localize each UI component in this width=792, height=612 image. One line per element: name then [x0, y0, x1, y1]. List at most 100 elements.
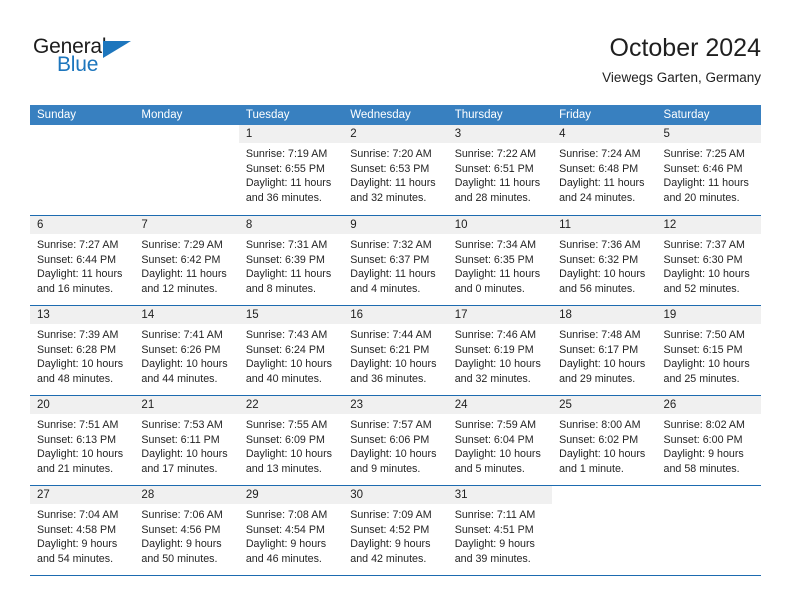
sunrise-text: Sunrise: 7:25 AM	[663, 148, 745, 160]
calendar-day-cell[interactable]: 14 Sunrise: 7:41 AM Sunset: 6:26 PM Dayligh…	[134, 306, 239, 395]
sunset-text: Sunset: 6:48 PM	[559, 162, 639, 175]
sunset-text: Sunset: 6:30 PM	[663, 253, 743, 266]
calendar-day-cell[interactable]: 26 Sunrise: 8:02 AM Sunset: 6:00 PM Dayligh…	[656, 396, 761, 485]
sunset-text: Sunset: 6:13 PM	[37, 433, 117, 446]
calendar-day-cell[interactable]: 7 Sunrise: 7:29 AM Sunset: 6:42 PM Daylight…	[134, 216, 239, 305]
day-number: 11	[559, 219, 572, 231]
weekday-header-saturday: Saturday	[663, 109, 710, 121]
day-number: 17	[454, 309, 468, 321]
day-number: 23	[350, 399, 364, 411]
day-number-band: 6	[30, 216, 135, 234]
sunrise-text: Sunrise: 7:29 AM	[141, 239, 223, 251]
sunset-text: Sunset: 6:37 PM	[350, 253, 430, 266]
day-number: 28	[141, 489, 155, 501]
calendar-day-cell[interactable]: 23 Sunrise: 7:57 AM Sunset: 6:06 PM Dayligh…	[343, 396, 448, 485]
calendar-day-cell[interactable]: 9 Sunrise: 7:32 AM Sunset: 6:37 PM Daylight…	[343, 216, 448, 305]
sunrise-text: Sunrise: 7:34 AM	[454, 239, 537, 251]
calendar-day-cell[interactable]: 17 Sunrise: 7:46 AM Sunset: 6:19 PM Dayligh…	[447, 306, 553, 395]
sunrise-text: Sunrise: 7:20 AM	[350, 148, 432, 160]
day-number-band: 18	[552, 306, 657, 324]
day-number-band: 12	[656, 216, 761, 234]
sunset-text: Sunset: 6:24 PM	[245, 343, 325, 356]
calendar-day-cell[interactable]: 31 Sunrise: 7:11 AM Sunset: 4:51 PM Dayligh…	[447, 486, 553, 575]
calendar-day-cell[interactable]: 24 Sunrise: 7:59 AM Sunset: 6:04 PM Dayligh…	[447, 396, 553, 485]
day-number: 19	[663, 309, 677, 321]
sunrise-text: Sunrise: 7:39 AM	[37, 329, 119, 341]
calendar-day-cell[interactable]: 11 Sunrise: 7:36 AM Sunset: 6:32 PM Dayligh…	[552, 216, 657, 305]
sunset-text: Sunset: 6:26 PM	[141, 343, 221, 356]
day-details: Sunrise: 7:06 AM Sunset: 4:56 PM Daylight:…	[134, 504, 238, 566]
calendar-day-cell[interactable]: 18 Sunrise: 7:48 AM Sunset: 6:17 PM Dayligh…	[552, 306, 657, 395]
page-subtitle: Viewegs Garten, Germany	[602, 70, 761, 85]
sunrise-text: Sunrise: 7:08 AM	[245, 509, 328, 521]
calendar-day-cell[interactable]: 29 Sunrise: 7:08 AM Sunset: 4:54 PM Dayligh…	[238, 486, 344, 575]
calendar-day-cell[interactable]: 8 Sunrise: 7:31 AM Sunset: 6:39 PM Daylight…	[238, 216, 344, 305]
day-details: Sunrise: 7:37 AM Sunset: 6:30 PM Daylight:…	[657, 234, 761, 296]
calendar-weeks: 1 Sunrise: 7:19 AM Sunset: 6:55 PM Daylight…	[30, 125, 761, 575]
day-number-band: 27	[30, 486, 135, 504]
day-number-band	[30, 125, 135, 143]
day-number-band: 1	[238, 125, 344, 143]
day-number: 15	[245, 309, 259, 321]
day-details: Sunrise: 7:32 AM Sunset: 6:37 PM Daylight:…	[343, 234, 447, 296]
daylight-text: Daylight: 11 hours	[663, 177, 749, 190]
calendar-day-cell[interactable]: 10 Sunrise: 7:34 AM Sunset: 6:35 PM Dayligh…	[447, 216, 553, 305]
day-number-band: 29	[238, 486, 344, 504]
day-number: 8	[245, 219, 253, 231]
calendar-day-cell[interactable]: 19 Sunrise: 7:50 AM Sunset: 6:15 PM Dayligh…	[656, 306, 761, 395]
sunrise-text: Sunrise: 8:02 AM	[663, 419, 745, 431]
daylight-text: Daylight: 11 hours	[454, 268, 541, 281]
general-blue-logo[interactable]: General Blue	[33, 36, 153, 82]
calendar-day-cell[interactable]: 5 Sunrise: 7:25 AM Sunset: 6:46 PM Daylight…	[656, 125, 761, 215]
weekday-header-sunday: Sunday	[37, 109, 77, 121]
day-number-band: 2	[343, 125, 448, 143]
daylight-text: and 5 minutes.	[454, 462, 525, 475]
day-number-band: 16	[343, 306, 448, 324]
calendar-day-cell[interactable]: 6 Sunrise: 7:27 AM Sunset: 6:44 PM Daylight…	[30, 216, 135, 305]
calendar-day-cell[interactable]: 22 Sunrise: 7:55 AM Sunset: 6:09 PM Dayligh…	[238, 396, 344, 485]
day-number: 13	[37, 309, 50, 321]
calendar-day-cell[interactable]: 28 Sunrise: 7:06 AM Sunset: 4:56 PM Dayligh…	[134, 486, 239, 575]
daylight-text: Daylight: 11 hours	[141, 268, 227, 281]
day-details: Sunrise: 7:29 AM Sunset: 6:42 PM Daylight:…	[134, 234, 238, 296]
day-number-band: 11	[552, 216, 657, 234]
daylight-text: and 21 minutes.	[37, 462, 114, 475]
calendar-day-cell[interactable]: 3 Sunrise: 7:22 AM Sunset: 6:51 PM Daylight…	[447, 125, 553, 215]
day-details: Sunrise: 7:31 AM Sunset: 6:39 PM Daylight:…	[239, 234, 343, 296]
calendar-day-cell[interactable]: 27 Sunrise: 7:04 AM Sunset: 4:58 PM Dayligh…	[30, 486, 135, 575]
sunset-text: Sunset: 4:56 PM	[141, 523, 221, 536]
day-details: Sunrise: 7:46 AM Sunset: 6:19 PM Daylight:…	[448, 324, 552, 386]
sunset-text: Sunset: 6:46 PM	[663, 162, 743, 175]
calendar-day-cell[interactable]: 25 Sunrise: 8:00 AM Sunset: 6:02 PM Dayligh…	[552, 396, 657, 485]
day-number: 31	[454, 489, 468, 501]
calendar-day-cell[interactable]: 30 Sunrise: 7:09 AM Sunset: 4:52 PM Dayligh…	[343, 486, 448, 575]
day-number-band: 24	[447, 396, 553, 414]
calendar-day-cell[interactable]: 2 Sunrise: 7:20 AM Sunset: 6:53 PM Daylight…	[343, 125, 448, 215]
weekday-header-thursday: Thursday	[454, 109, 503, 121]
daylight-text: and 50 minutes.	[141, 552, 218, 565]
daylight-text: Daylight: 10 hours	[559, 448, 646, 461]
calendar-day-cell[interactable]: 21 Sunrise: 7:53 AM Sunset: 6:11 PM Dayligh…	[134, 396, 239, 485]
calendar-day-cell[interactable]: 12 Sunrise: 7:37 AM Sunset: 6:30 PM Dayligh…	[656, 216, 761, 305]
daylight-text: Daylight: 11 hours	[245, 268, 332, 281]
sunrise-text: Sunrise: 7:46 AM	[454, 329, 537, 341]
calendar-day-cell[interactable]: 4 Sunrise: 7:24 AM Sunset: 6:48 PM Daylight…	[552, 125, 657, 215]
sunset-text: Sunset: 6:04 PM	[454, 433, 534, 446]
day-number-band: 10	[447, 216, 553, 234]
daylight-text: Daylight: 10 hours	[141, 448, 228, 461]
daylight-text: Daylight: 10 hours	[350, 358, 437, 371]
calendar-day-cell[interactable]: 20 Sunrise: 7:51 AM Sunset: 6:13 PM Dayligh…	[30, 396, 135, 485]
daylight-text: Daylight: 9 hours	[350, 538, 431, 551]
calendar-day-cell[interactable]: 16 Sunrise: 7:44 AM Sunset: 6:21 PM Dayligh…	[343, 306, 448, 395]
day-details: Sunrise: 7:55 AM Sunset: 6:09 PM Daylight:…	[239, 414, 343, 476]
weekday-header-tuesday: Tuesday	[245, 109, 290, 121]
calendar-day-cell[interactable]: 1 Sunrise: 7:19 AM Sunset: 6:55 PM Daylight…	[238, 125, 344, 215]
sunset-text: Sunset: 6:17 PM	[559, 343, 639, 356]
sunset-text: Sunset: 6:51 PM	[454, 162, 534, 175]
calendar-day-cell[interactable]: 13 Sunrise: 7:39 AM Sunset: 6:28 PM Dayligh…	[30, 306, 135, 395]
daylight-text: and 52 minutes.	[663, 282, 740, 295]
daylight-text: Daylight: 9 hours	[245, 538, 327, 551]
calendar-day-empty	[656, 486, 761, 575]
day-number-band	[134, 125, 239, 143]
calendar-day-cell[interactable]: 15 Sunrise: 7:43 AM Sunset: 6:24 PM Dayligh…	[238, 306, 344, 395]
